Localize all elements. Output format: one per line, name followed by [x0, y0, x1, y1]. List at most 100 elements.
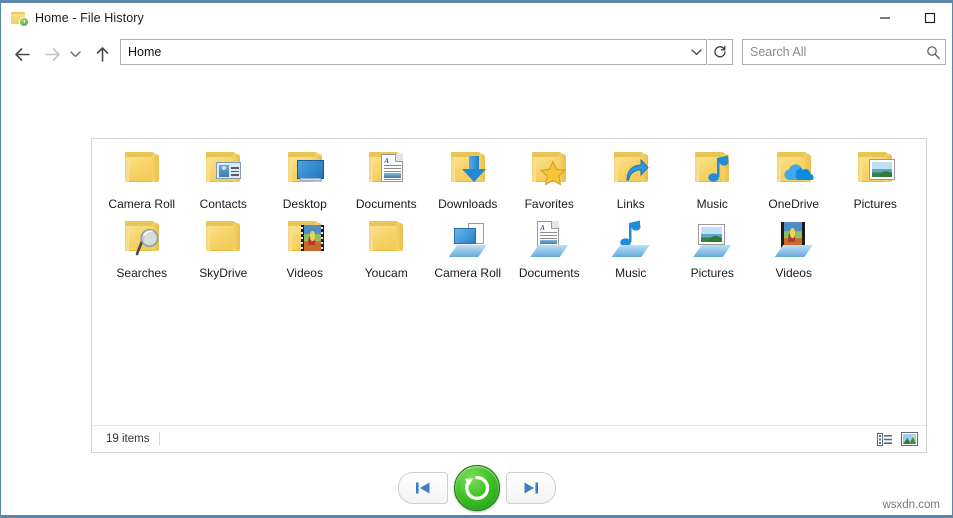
search-placeholder: Search All: [750, 45, 807, 59]
watermark: wsxdn.com: [882, 499, 940, 511]
item-camera-roll[interactable]: Camera Roll: [427, 215, 509, 284]
address-dropdown-chevron-icon[interactable]: [686, 40, 706, 64]
status-bar: 19 items: [92, 425, 926, 452]
document-page-icon: A: [381, 154, 404, 182]
item-videos[interactable]: Videos: [264, 215, 346, 284]
item-label: Camera Roll: [434, 266, 502, 280]
address-value: Home: [128, 45, 162, 59]
items-row: Camera Roll Contacts Desktop A Documents Down…: [101, 146, 919, 215]
item-documents[interactable]: A Documents: [509, 215, 591, 284]
item-links[interactable]: Links: [590, 146, 672, 215]
item-label: Contacts: [199, 197, 247, 211]
folder-links-icon: [607, 146, 655, 194]
picture-thumbnail-icon: [698, 224, 726, 245]
items-panel: Camera Roll Contacts Desktop A Documents Down…: [91, 138, 927, 453]
items-row: Searches SkyDrive Videos Youcam Camera Roll A…: [101, 215, 919, 284]
item-downloads[interactable]: Downloads: [427, 146, 509, 215]
monitor-icon: [296, 160, 324, 181]
items-grid: Camera Roll Contacts Desktop A Documents Down…: [101, 146, 919, 284]
contacts-card-icon: [216, 162, 242, 179]
item-pictures[interactable]: Pictures: [672, 215, 754, 284]
picture-thumbnail-icon: [869, 159, 896, 180]
item-music[interactable]: Music: [590, 215, 672, 284]
folder-skydrive-icon: [206, 221, 241, 255]
folder-plain-icon: [124, 152, 159, 186]
item-contacts[interactable]: Contacts: [183, 146, 265, 215]
item-label: Camera Roll: [108, 197, 176, 211]
search-icon[interactable]: [921, 40, 945, 64]
item-count: 19 items: [106, 432, 161, 446]
item-label: Pictures: [853, 197, 897, 211]
item-label: Videos: [775, 266, 812, 280]
item-music[interactable]: Music: [672, 146, 754, 215]
item-camera-roll[interactable]: Camera Roll: [101, 146, 183, 215]
item-searches[interactable]: Searches: [101, 215, 183, 284]
item-label: Downloads: [438, 197, 498, 211]
library-camera-roll-icon: [444, 215, 492, 263]
library-documents-icon: A: [530, 221, 568, 257]
folder-plain-icon: [118, 146, 166, 194]
item-label: Videos: [286, 266, 323, 280]
search-input[interactable]: Search All: [742, 39, 946, 65]
item-label: Music: [696, 197, 728, 211]
document-page-icon: A: [537, 221, 560, 248]
item-label: Pictures: [690, 266, 734, 280]
previous-version-button[interactable]: [397, 472, 448, 504]
library-documents-icon: A: [525, 215, 573, 263]
file-history-restore-controls: [1, 465, 952, 511]
window-controls: [862, 3, 952, 33]
file-history-window: Home - File History Home Search All Came…: [0, 0, 953, 518]
back-button[interactable]: [9, 39, 35, 69]
library-music-icon: [612, 220, 650, 257]
item-desktop[interactable]: Desktop: [264, 146, 346, 215]
up-button[interactable]: [89, 39, 115, 69]
large-icons-view-icon[interactable]: [900, 430, 918, 448]
library-music-icon: [607, 215, 655, 263]
item-label: Desktop: [282, 197, 327, 211]
minimize-button[interactable]: [862, 3, 907, 33]
music-note-icon: [619, 220, 642, 248]
restore-circular-arrow-icon: [464, 475, 489, 501]
link-arrow-icon: [623, 157, 649, 182]
item-label: SkyDrive: [199, 266, 248, 280]
library-camera-roll-icon: [449, 221, 487, 257]
folder-pictures-icon: [851, 146, 899, 194]
item-pictures[interactable]: Pictures: [835, 146, 917, 215]
item-skydrive[interactable]: SkyDrive: [183, 215, 265, 284]
item-label: Searches: [116, 266, 168, 280]
item-documents[interactable]: A Documents: [346, 146, 428, 215]
library-videos-icon: [770, 215, 818, 263]
item-videos[interactable]: Videos: [753, 215, 835, 284]
item-label: Documents: [518, 266, 580, 280]
folder-music-icon: [688, 146, 736, 194]
folder-documents-icon: A: [362, 146, 410, 194]
recent-locations-button[interactable]: [65, 39, 85, 69]
item-onedrive[interactable]: OneDrive: [753, 146, 835, 215]
item-favorites[interactable]: Favorites: [509, 146, 591, 215]
item-label: Links: [616, 197, 645, 211]
library-videos-icon: [775, 221, 813, 257]
music-note-icon: [708, 155, 730, 183]
forward-button: [39, 39, 65, 69]
view-buttons: [876, 426, 918, 452]
folder-contacts-icon: [199, 146, 247, 194]
details-view-icon[interactable]: [876, 430, 894, 448]
restore-button[interactable]: [453, 465, 500, 511]
download-arrow-icon: [461, 156, 486, 182]
folder-desktop-icon: [281, 146, 329, 194]
cloud-icon: [784, 164, 814, 181]
magnifier-icon: [134, 228, 162, 256]
window-title: Home - File History: [35, 11, 144, 25]
folder-favorites-icon: [525, 146, 573, 194]
library-pictures-icon: [688, 215, 736, 263]
refresh-button[interactable]: [708, 39, 733, 65]
address-bar[interactable]: Home: [120, 39, 707, 65]
folder-youcam-icon: [362, 215, 410, 263]
film-strip-icon: [300, 225, 324, 251]
next-version-button[interactable]: [505, 472, 556, 504]
library-pictures-icon: [693, 221, 731, 257]
maximize-button[interactable]: [907, 3, 952, 33]
folder-youcam-icon: [369, 221, 404, 255]
navigation-toolbar: Home Search All: [1, 39, 952, 69]
item-youcam[interactable]: Youcam: [346, 215, 428, 284]
